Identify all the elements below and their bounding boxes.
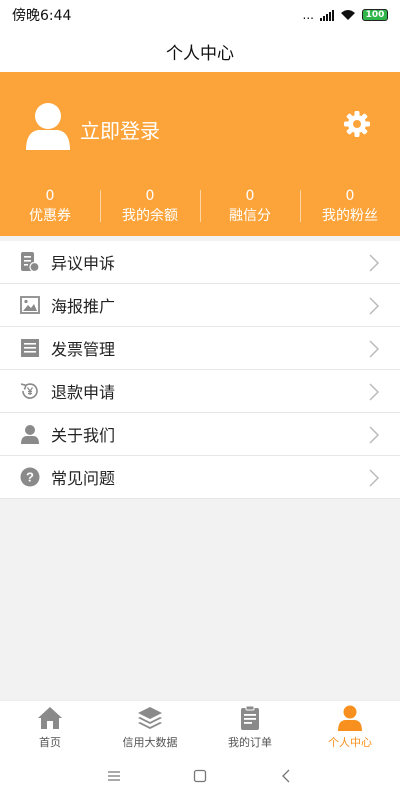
about-user-icon (19, 423, 41, 445)
tab-label: 信用大数据 (122, 735, 178, 749)
question-icon: ? (19, 466, 41, 488)
avatar-icon[interactable] (24, 102, 72, 152)
tab-credit-data[interactable]: 信用大数据 (100, 701, 200, 752)
stat-fans[interactable]: 0 我的粉丝 (300, 186, 400, 226)
page-title-bar: 个人中心 (0, 30, 400, 72)
status-bar: 傍晚6:44 ... 100 (0, 0, 400, 30)
network-dots: ... (302, 8, 314, 22)
stat-label: 我的余额 (122, 208, 178, 224)
tab-my-orders[interactable]: 我的订单 (200, 701, 300, 752)
signal-icon (320, 9, 334, 21)
stats-row: 0 优惠券 0 我的余额 0 融信分 0 我的粉丝 (0, 186, 400, 226)
poster-image-icon (19, 294, 41, 316)
chevron-right-icon (369, 469, 380, 487)
menu-item-label: 海报推广 (51, 297, 116, 316)
menu-item-label: 退款申请 (51, 383, 116, 402)
tab-label: 首页 (39, 735, 61, 749)
system-nav-bar (0, 752, 400, 800)
menu-list: 异议申诉 海报推广 发票管理 退款申请 关于我们 ? 常见问题 (0, 241, 400, 499)
stat-value: 0 (45, 188, 55, 204)
profile-header: 立即登录 0 优惠券 0 我的余额 0 融信分 0 我的粉丝 (0, 72, 400, 236)
menu-item-label: 异议申诉 (51, 254, 116, 273)
stat-label: 我的粉丝 (322, 208, 378, 224)
stat-label: 优惠券 (29, 208, 71, 224)
chevron-right-icon (369, 340, 380, 358)
refund-icon (19, 380, 41, 402)
status-icons: ... 100 (303, 8, 388, 22)
clipboard-icon (241, 705, 259, 730)
chevron-right-icon (369, 383, 380, 401)
menu-item-label: 关于我们 (51, 426, 116, 445)
layers-icon (138, 706, 162, 729)
menu-item-invoice[interactable]: 发票管理 (0, 327, 400, 370)
back-icon[interactable] (278, 768, 294, 784)
stat-value: 0 (345, 188, 355, 204)
menu-item-poster[interactable]: 海报推广 (0, 284, 400, 327)
chevron-right-icon (369, 426, 380, 444)
status-time: 傍晚6:44 (12, 8, 72, 24)
tab-home[interactable]: 首页 (0, 701, 100, 752)
wifi-icon (341, 10, 355, 20)
dispute-icon (19, 251, 41, 273)
svg-text:?: ? (26, 470, 34, 485)
menu-item-label: 常见问题 (51, 469, 116, 488)
stat-credit-score[interactable]: 0 融信分 (200, 186, 300, 226)
menu-item-dispute[interactable]: 异议申诉 (0, 241, 400, 284)
stat-value: 0 (245, 188, 255, 204)
chevron-right-icon (369, 254, 380, 272)
login-button[interactable]: 立即登录 (80, 115, 160, 144)
menu-item-label: 发票管理 (51, 340, 116, 359)
person-icon (338, 705, 362, 731)
invoice-icon (19, 337, 41, 359)
chevron-right-icon (369, 297, 380, 315)
battery-icon: 100 (362, 9, 388, 21)
tab-label: 个人中心 (328, 735, 372, 749)
menu-item-about[interactable]: 关于我们 (0, 413, 400, 456)
bottom-tab-bar: 首页 信用大数据 我的订单 个人中心 (0, 700, 400, 752)
menu-item-faq[interactable]: ? 常见问题 (0, 456, 400, 499)
stat-value: 0 (145, 188, 155, 204)
settings-gear-icon[interactable] (343, 110, 371, 138)
stat-label: 融信分 (229, 208, 271, 224)
tab-profile[interactable]: 个人中心 (300, 701, 400, 752)
home-icon (38, 706, 62, 729)
menu-lines-icon[interactable] (106, 768, 122, 784)
menu-item-refund[interactable]: 退款申请 (0, 370, 400, 413)
stat-balance[interactable]: 0 我的余额 (100, 186, 200, 226)
tab-label: 我的订单 (228, 735, 272, 749)
home-square-icon[interactable] (192, 768, 208, 784)
page-title: 个人中心 (166, 43, 234, 64)
stat-coupons[interactable]: 0 优惠券 (0, 186, 100, 226)
